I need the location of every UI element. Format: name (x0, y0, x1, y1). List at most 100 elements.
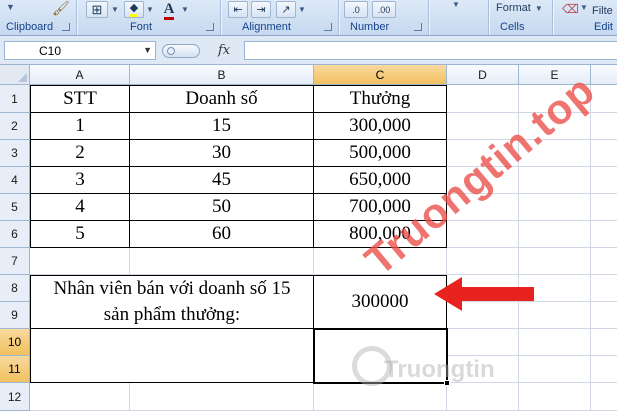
cell-b5[interactable]: 50 (130, 194, 314, 221)
cell-b6[interactable]: 60 (130, 221, 314, 248)
number-launcher-icon[interactable] (414, 23, 422, 31)
format-painter-icon[interactable]: 🖌 (52, 0, 70, 17)
cell-f10[interactable] (591, 329, 617, 356)
cell-a5[interactable]: 4 (30, 194, 130, 221)
column-header-f[interactable] (591, 65, 617, 85)
cell-d7[interactable] (447, 248, 519, 275)
cell-a2[interactable]: 1 (30, 113, 130, 140)
cell-f3[interactable] (591, 140, 617, 167)
cell-f6[interactable] (591, 221, 617, 248)
cell-b4[interactable]: 45 (130, 167, 314, 194)
cell-b3[interactable]: 30 (130, 140, 314, 167)
borders-dropdown-icon[interactable]: ▼ (111, 5, 119, 14)
font-color-button[interactable]: A (160, 0, 178, 20)
column-header-b[interactable]: B (130, 65, 314, 85)
row-header-2[interactable]: 2 (0, 113, 30, 140)
column-header-a[interactable]: A (30, 65, 130, 85)
row-header-8[interactable]: 8 (0, 275, 30, 302)
cell-b2[interactable]: 15 (130, 113, 314, 140)
formula-bar-resize-handle[interactable] (162, 44, 200, 58)
cell-e4[interactable] (519, 167, 591, 194)
name-box-dropdown-icon[interactable]: ▼ (143, 45, 152, 55)
font-color-icon: A (163, 1, 175, 20)
cell-c2[interactable]: 300,000 (314, 113, 447, 140)
insert-function-icon[interactable]: fx (218, 43, 230, 58)
cell-f5[interactable] (591, 194, 617, 221)
cell-e5[interactable] (519, 194, 591, 221)
row-header-11[interactable]: 11 (0, 356, 30, 383)
cell-b12[interactable] (130, 383, 314, 411)
clear-button[interactable]: ⌫ (562, 0, 579, 16)
cell-f8[interactable] (591, 275, 617, 302)
fill-color-dropdown-icon[interactable]: ▼ (146, 5, 154, 14)
cell-f4[interactable] (591, 167, 617, 194)
row-header-1[interactable]: 1 (0, 85, 30, 113)
cell-f9[interactable] (591, 302, 617, 329)
cell-e6[interactable] (519, 221, 591, 248)
cell-a12[interactable] (30, 383, 130, 411)
cell-b7[interactable] (130, 248, 314, 275)
increase-decimal-icon: .0 (352, 4, 360, 15)
alignment-group-label: Alignment (242, 21, 291, 33)
editing-group-label: Edit (594, 21, 613, 33)
cell-b1[interactable]: Doanh số (130, 85, 314, 113)
cell-d10[interactable] (447, 329, 519, 356)
name-box[interactable]: C10 ▼ (4, 41, 156, 60)
result-cell[interactable]: 300000 (314, 275, 447, 329)
row-header-5[interactable]: 5 (0, 194, 30, 221)
merged-cell-a10[interactable] (30, 329, 314, 383)
merged-question-cell[interactable]: Nhân viên bán với doanh số 15 sản phẩm t… (30, 275, 314, 329)
filter-button-label[interactable]: Filte (592, 5, 613, 17)
borders-button[interactable]: ⊞ (86, 1, 108, 18)
eraser-icon: ⌫ (562, 2, 579, 16)
row-header-4[interactable]: 4 (0, 167, 30, 194)
column-header-c[interactable]: C (314, 65, 447, 85)
clipboard-launcher-icon[interactable] (62, 23, 70, 31)
cell-a6[interactable]: 5 (30, 221, 130, 248)
row-header-9[interactable]: 9 (0, 302, 30, 329)
select-all-corner[interactable] (0, 65, 30, 85)
format-dropdown-icon: ▼ (534, 3, 543, 13)
cell-c12[interactable] (314, 383, 447, 411)
format-button[interactable]: Format ▼ (496, 0, 543, 16)
styles-dropdown-icon[interactable]: ▼ (452, 0, 460, 9)
row-header-10[interactable]: 10 (0, 329, 30, 356)
cell-d1[interactable] (447, 85, 519, 113)
cell-c3[interactable]: 500,000 (314, 140, 447, 167)
question-line-2: sản phẩm thưởng: (103, 304, 241, 325)
cell-a1[interactable]: STT (30, 85, 130, 113)
increase-decimal-button[interactable]: .0 (344, 1, 368, 18)
row-header-3[interactable]: 3 (0, 140, 30, 167)
decrease-decimal-button[interactable]: .00 (372, 1, 396, 18)
cell-e11[interactable] (519, 356, 591, 383)
cell-a3[interactable]: 2 (30, 140, 130, 167)
orientation-button[interactable]: ↗ (276, 1, 296, 18)
watermark-sub: Truongtin (384, 356, 495, 383)
fill-color-button[interactable]: ◆ (124, 1, 144, 18)
cell-c1[interactable]: Thưởng (314, 85, 447, 113)
cell-e10[interactable] (519, 329, 591, 356)
formula-input[interactable] (244, 41, 617, 60)
cell-d12[interactable] (447, 383, 519, 411)
cell-f2[interactable] (591, 113, 617, 140)
font-color-dropdown-icon[interactable]: ▼ (181, 5, 189, 14)
clear-dropdown-icon[interactable]: ▼ (580, 3, 588, 12)
cell-a7[interactable] (30, 248, 130, 275)
decrease-indent-button[interactable]: ⇤ (228, 1, 248, 18)
cell-f11[interactable] (591, 356, 617, 383)
cell-f7[interactable] (591, 248, 617, 275)
font-launcher-icon[interactable] (206, 23, 214, 31)
orientation-dropdown-icon[interactable]: ▼ (298, 5, 306, 14)
paste-dropdown-icon[interactable]: ▼ (6, 2, 15, 12)
increase-indent-button[interactable]: ⇥ (251, 1, 271, 18)
cell-a4[interactable]: 3 (30, 167, 130, 194)
cell-e7[interactable] (519, 248, 591, 275)
row-header-6[interactable]: 6 (0, 221, 30, 248)
row-header-12[interactable]: 12 (0, 383, 30, 411)
column-header-d[interactable]: D (447, 65, 519, 85)
cell-e12[interactable] (519, 383, 591, 411)
cell-f12[interactable] (591, 383, 617, 411)
cells-group: Format ▼ Cells (490, 0, 550, 35)
alignment-launcher-icon[interactable] (324, 23, 332, 31)
row-header-7[interactable]: 7 (0, 248, 30, 275)
